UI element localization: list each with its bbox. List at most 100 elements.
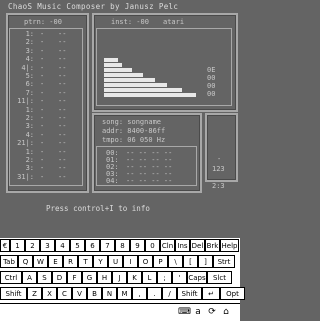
key-t[interactable]: T bbox=[78, 255, 93, 268]
key-i[interactable]: I bbox=[123, 255, 138, 268]
pattern-row-note: - bbox=[40, 46, 45, 55]
key-help[interactable]: Help bbox=[220, 239, 239, 252]
key-3[interactable]: 3 bbox=[40, 239, 55, 252]
pattern-row-note: - bbox=[40, 105, 45, 114]
key-[interactable]: ↵ bbox=[202, 287, 220, 300]
pattern-row-value: -- bbox=[58, 114, 67, 122]
key-u[interactable]: U bbox=[108, 255, 123, 268]
pattern-row-value: -- bbox=[58, 105, 67, 114]
key-cln[interactable]: Cln bbox=[160, 239, 175, 252]
key-[interactable]: ] bbox=[198, 255, 213, 268]
song-row-values: -- -- -- -- bbox=[126, 177, 173, 185]
side-marker: - bbox=[217, 155, 222, 163]
side-value: 123 bbox=[212, 165, 225, 173]
key-1[interactable]: 1 bbox=[10, 239, 25, 252]
key-p[interactable]: P bbox=[153, 255, 168, 268]
key-[interactable]: . bbox=[147, 287, 162, 300]
status-hint: Press control+I to info bbox=[46, 204, 150, 213]
key-g[interactable]: G bbox=[82, 271, 97, 284]
emulator-screen: ChaoS Music Composer by Janusz Pelc ptrn… bbox=[0, 0, 240, 217]
key-[interactable]: ' bbox=[172, 271, 187, 284]
instrument-name: atari bbox=[163, 18, 185, 26]
pattern-row-number: 2: bbox=[25, 156, 34, 164]
pattern-row-number: 4: bbox=[25, 55, 34, 64]
key-tab[interactable]: Tab bbox=[0, 255, 18, 268]
pattern-row-value: -- bbox=[58, 172, 67, 181]
key-f[interactable]: F bbox=[67, 271, 82, 284]
key-ins[interactable]: Ins bbox=[175, 239, 190, 252]
key-ctrl[interactable]: Ctrl bbox=[0, 271, 22, 284]
key-[interactable]: , bbox=[132, 287, 147, 300]
envelope-bar bbox=[104, 93, 196, 97]
key-[interactable]: ; bbox=[157, 271, 172, 284]
key-[interactable]: / bbox=[162, 287, 177, 300]
envelope-bar bbox=[104, 58, 118, 62]
key-slct[interactable]: Slct bbox=[207, 271, 232, 284]
pattern-row-value: -- bbox=[58, 139, 67, 148]
key-del[interactable]: Del bbox=[190, 239, 205, 252]
key-n[interactable]: N bbox=[102, 287, 117, 300]
key-[interactable]: [ bbox=[183, 255, 198, 268]
key-e[interactable]: E bbox=[48, 255, 63, 268]
sync-icon[interactable]: ⟳ bbox=[206, 306, 218, 318]
key-[interactable]: \ bbox=[168, 255, 183, 268]
pattern-row-number: 21|: bbox=[17, 139, 34, 148]
key-7[interactable]: 7 bbox=[100, 239, 115, 252]
input-mode-icon[interactable]: a bbox=[192, 306, 204, 318]
pattern-row-value: -- bbox=[58, 46, 67, 55]
key-[interactable]: € bbox=[0, 239, 10, 252]
key-x[interactable]: X bbox=[42, 287, 57, 300]
pattern-row-note: - bbox=[40, 147, 45, 156]
key-strt[interactable]: Strt bbox=[213, 255, 235, 268]
envelope-bar bbox=[104, 73, 143, 77]
key-d[interactable]: D bbox=[52, 271, 67, 284]
key-a[interactable]: A bbox=[22, 271, 37, 284]
position-indicator: 2:3 bbox=[212, 182, 225, 190]
key-r[interactable]: R bbox=[63, 255, 78, 268]
key-q[interactable]: Q bbox=[18, 255, 33, 268]
key-z[interactable]: Z bbox=[27, 287, 42, 300]
key-9[interactable]: 9 bbox=[130, 239, 145, 252]
pattern-row-value: -- bbox=[58, 88, 67, 97]
pattern-row-note: - bbox=[40, 97, 45, 106]
key-8[interactable]: 8 bbox=[115, 239, 130, 252]
key-5[interactable]: 5 bbox=[70, 239, 85, 252]
key-2[interactable]: 2 bbox=[25, 239, 40, 252]
pattern-row-number: 6: bbox=[25, 80, 34, 89]
pattern-row-note: - bbox=[40, 55, 45, 64]
key-w[interactable]: W bbox=[33, 255, 48, 268]
pattern-row-note: - bbox=[40, 80, 45, 89]
envelope-bar bbox=[104, 78, 155, 82]
key-opt[interactable]: Opt bbox=[220, 287, 245, 300]
key-0[interactable]: 0 bbox=[145, 239, 160, 252]
key-4[interactable]: 4 bbox=[55, 239, 70, 252]
pattern-row-note: - bbox=[40, 156, 45, 164]
key-j[interactable]: J bbox=[112, 271, 127, 284]
pattern-row-note: - bbox=[40, 30, 45, 38]
key-s[interactable]: S bbox=[37, 271, 52, 284]
key-m[interactable]: M bbox=[117, 287, 132, 300]
keyboard-icon[interactable]: ⌨ bbox=[178, 306, 191, 318]
key-6[interactable]: 6 bbox=[85, 239, 100, 252]
song-tempo: tmpo: 06 050 Hz bbox=[102, 136, 166, 144]
key-y[interactable]: Y bbox=[93, 255, 108, 268]
key-caps[interactable]: Caps bbox=[187, 271, 207, 284]
pattern-row-number: 1: bbox=[25, 147, 34, 156]
key-h[interactable]: H bbox=[97, 271, 112, 284]
key-v[interactable]: V bbox=[72, 287, 87, 300]
pattern-row-value: -- bbox=[58, 55, 67, 64]
envelope-bar bbox=[104, 88, 182, 92]
network-icon[interactable]: ⌂ bbox=[220, 306, 232, 318]
key-l[interactable]: L bbox=[142, 271, 157, 284]
pattern-row-value: -- bbox=[58, 147, 67, 156]
key-b[interactable]: B bbox=[87, 287, 102, 300]
key-c[interactable]: C bbox=[57, 287, 72, 300]
key-shift[interactable]: Shift bbox=[177, 287, 202, 300]
pattern-row-note: - bbox=[40, 88, 45, 97]
envelope-bar bbox=[104, 83, 167, 87]
key-o[interactable]: O bbox=[138, 255, 153, 268]
key-k[interactable]: K bbox=[127, 271, 142, 284]
key-shift[interactable]: Shift bbox=[0, 287, 27, 300]
instrument-value-3: 00 bbox=[207, 90, 216, 98]
key-brk[interactable]: Brk bbox=[205, 239, 220, 252]
